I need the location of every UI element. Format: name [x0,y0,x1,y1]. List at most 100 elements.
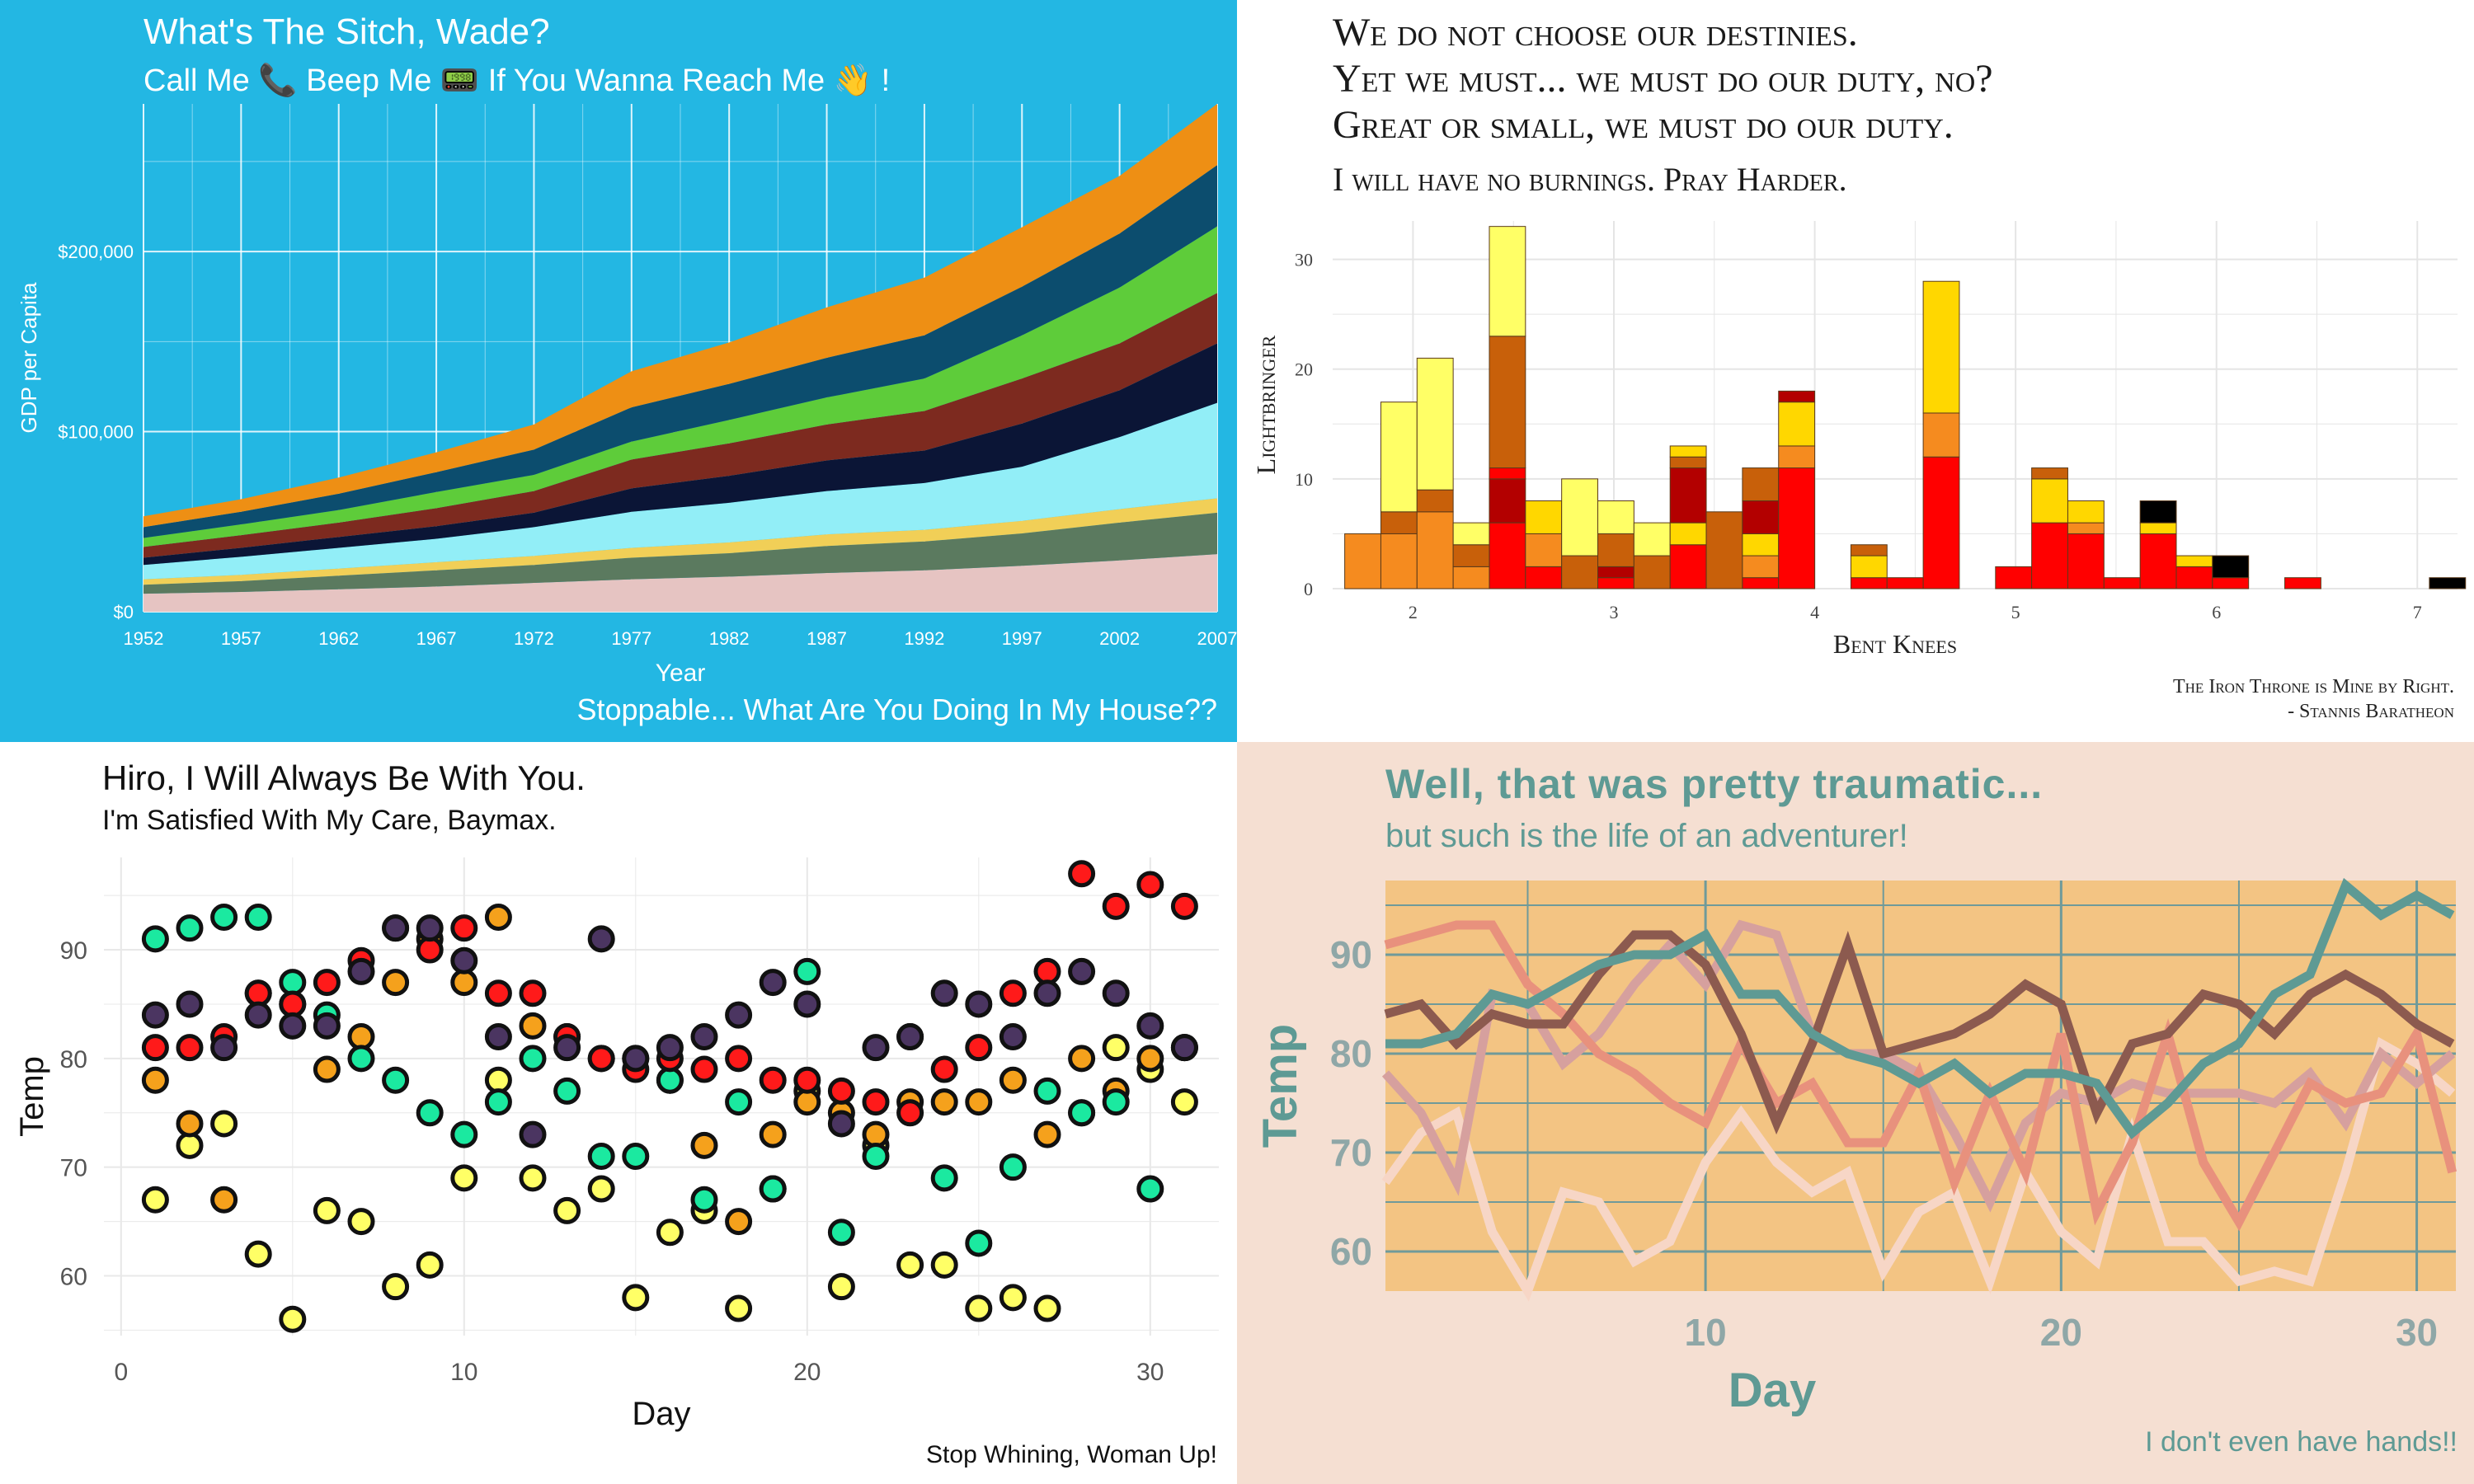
scatter-point [450,946,478,974]
x-tick-label: 10 [1685,1311,1727,1354]
scatter-point [1068,860,1096,888]
scatter-point [347,1045,375,1073]
x-tick-label: 1977 [611,628,651,649]
y-tick-label: 60 [1330,1230,1372,1273]
scatter-point [519,1164,547,1192]
scatter-point [999,1066,1027,1094]
chart-title: Well, that was pretty traumatic... [1385,761,2044,807]
scatter-point [450,914,478,942]
scatter-point [827,1219,855,1247]
scatter-point [553,1196,581,1224]
scatter-point [484,1066,512,1094]
scatter-point [725,1001,753,1029]
x-tick-label: 2 [1409,602,1418,622]
scatter-point [553,1077,581,1105]
scatter-point [622,1045,650,1073]
histogram-bar-segment [1416,511,1454,589]
y-axis-label: Lightbringer [1251,335,1281,474]
x-axis-label: Day [1729,1364,1816,1417]
y-tick-label: $100,000 [58,422,134,443]
scatter-point [690,1186,718,1214]
x-tick-label: 1987 [807,628,847,649]
scatter-point [862,1120,890,1148]
scatter-point [965,990,993,1018]
scatter-point [1102,1034,1130,1062]
chart-caption-line-1: The Iron Throne is Mine by Right. [2173,676,2454,697]
histogram-bar-segment [2139,522,2177,534]
y-tick-label: 80 [1330,1032,1372,1075]
scatter-point [1033,957,1061,985]
histogram-bar-segment [1742,500,1780,534]
histogram-bar-segment [1597,500,1634,534]
histogram-bar-segment [1778,402,1816,447]
histogram-bar-segment [2067,522,2105,534]
scatter-point [1136,1012,1164,1040]
histogram-bar-segment [2031,478,2068,524]
scatter-point [656,1219,684,1247]
chart-caption-line-2: - Stannis Baratheon [2288,701,2454,722]
scatter-point [519,1045,547,1073]
scatter-point [896,1023,924,1050]
y-tick-label: 80 [60,1046,87,1073]
panel-scatter: 0 10 20 30 60 70 80 90 Day Temp Hiro, I Will Alwa… [0,742,1237,1484]
scatter-point [999,1284,1027,1312]
histogram-bar-segment [1489,467,1526,480]
histogram-bar-segment [1525,566,1563,589]
scatter-point [759,1066,787,1094]
scatter-point [1068,1099,1096,1127]
x-tick-label: 1957 [221,628,261,649]
scatter-point [382,1066,410,1094]
scatter-point [1170,892,1198,920]
histogram-bar-segment [1669,522,1707,546]
scatter-point [416,914,444,942]
histogram-bar-segment [2067,533,2105,589]
scatter-point [827,1077,855,1105]
histogram-bar-segment [1778,390,1816,403]
scatter-point [141,925,169,953]
x-tick-label: 1967 [416,628,457,649]
scatter-point [965,1088,993,1116]
scatter-point [725,1045,753,1073]
x-tick-label: 1972 [514,628,554,649]
scatter-point [210,904,238,931]
scatter-point [313,1055,341,1083]
scatter-point [450,1164,478,1192]
histogram-bar-segment [2429,577,2467,589]
histogram-bar-segment [1850,577,1888,589]
scatter-point [279,1012,307,1040]
scatter-point [210,1110,238,1138]
y-tick-label: 90 [1330,933,1372,976]
scatter-point [999,1023,1027,1050]
y-tick-label: $0 [114,602,134,622]
histogram-bar-segment [1705,511,1743,589]
histogram-bar-segment [1669,467,1707,524]
chart-subtitle: I'm Satisfied With My Care, Baymax. [102,805,557,836]
x-tick-label: 1982 [709,628,750,649]
histogram-bar-segment [1380,402,1418,513]
histogram-bar-segment [1344,533,1381,589]
histogram-bar-segment [2103,577,2141,589]
histogram-bar-segment [2175,555,2213,567]
y-axis-label: GDP per Capita [16,282,41,434]
scatter-point [1033,979,1061,1007]
chart-subtitle: I will have no burnings. Pray Harder. [1333,161,1847,198]
scatter-point [587,1175,615,1203]
scatter-point [210,1034,238,1062]
scatter-point [930,1251,958,1279]
scatter-point [279,1305,307,1333]
histogram-bar-segment [2031,467,2068,480]
histogram-bar-segment [2212,555,2250,579]
panel-area-chart: 1952 1957 1962 1967 1972 1977 1982 1987 1992 1997… [0,0,1237,742]
scatter-point [1170,1088,1198,1116]
x-tick-label: 3 [1610,602,1619,622]
histogram-bar-segment [1669,456,1707,469]
histogram-bar-segment [2284,577,2321,589]
scatter-point [313,1012,341,1040]
x-tick-label: 10 [450,1359,477,1386]
x-axis-label: Bent Knees [1833,629,1957,659]
y-tick-label: 70 [1330,1131,1372,1174]
histogram-bar-segment [1489,336,1526,469]
scatter-point [1102,979,1130,1007]
histogram-bar-segment [2212,577,2250,589]
y-tick-label: 60 [60,1264,87,1291]
